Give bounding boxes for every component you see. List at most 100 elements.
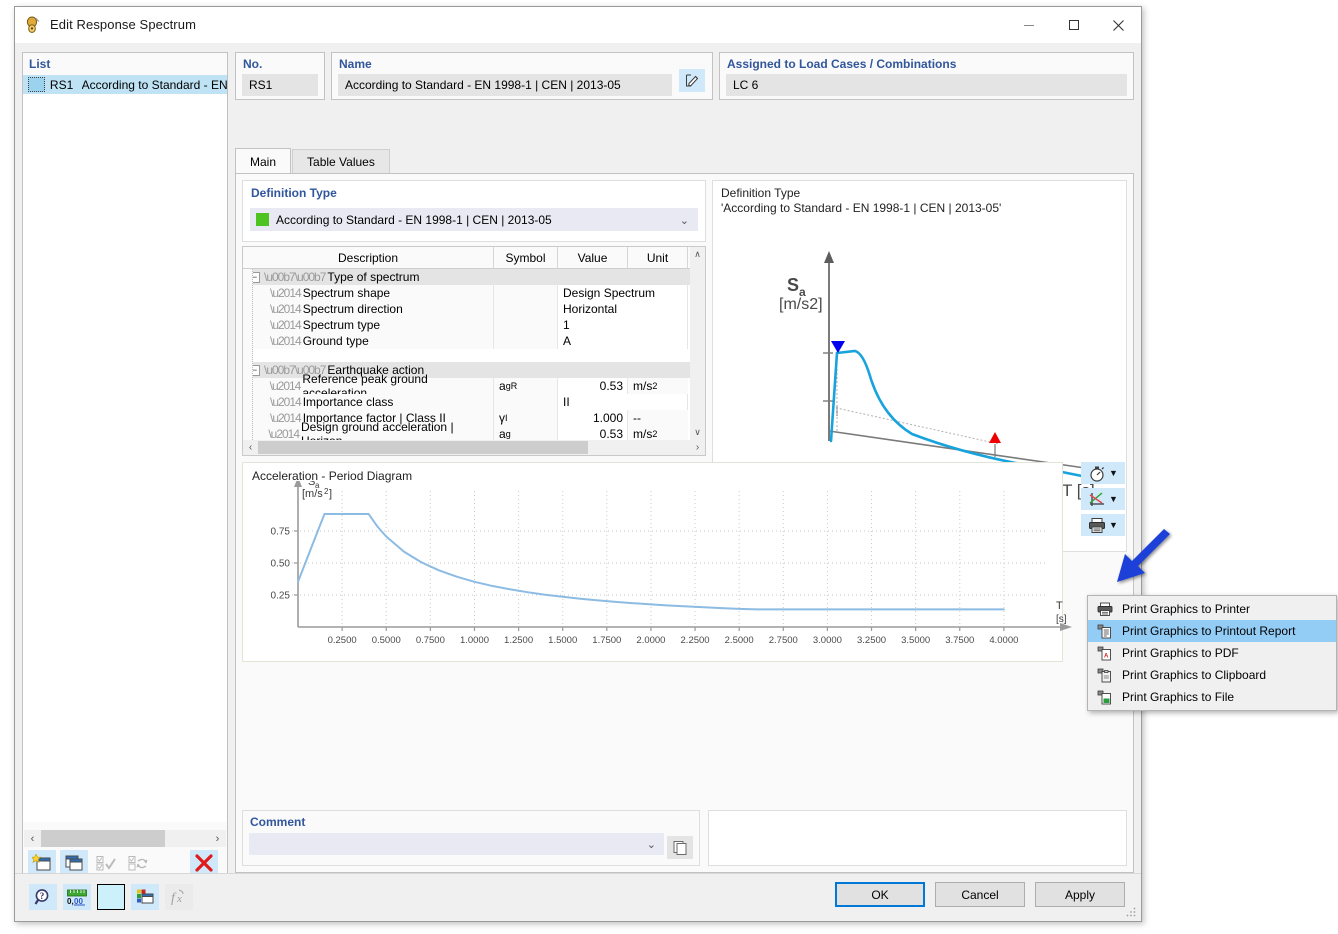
- no-input[interactable]: RS1: [242, 74, 318, 96]
- row-value[interactable]: Design Spectrum: [558, 285, 688, 301]
- table-row[interactable]: \u2014 Spectrum type 1: [243, 317, 705, 333]
- main-area: No. RS1 Name According to Standard - EN …: [235, 52, 1134, 873]
- chevron-down-icon[interactable]: ⌄: [647, 838, 656, 851]
- grid-header-description[interactable]: Description: [243, 247, 494, 269]
- menu-item-label: Print Graphics to File: [1122, 690, 1235, 704]
- printer-icon: [1092, 602, 1118, 617]
- svg-text:3.5000: 3.5000: [901, 635, 930, 646]
- svg-text:[m/s2]: [m/s2]: [779, 296, 823, 313]
- help-button[interactable]: ?: [29, 884, 57, 910]
- timer-settings-button[interactable]: ▼: [1081, 462, 1125, 484]
- print-graphics-context-menu: Print Graphics to Printer Print Graphics…: [1087, 595, 1337, 711]
- scroll-thumb[interactable]: [258, 441, 588, 454]
- row-description: \u2014 Importance class: [243, 394, 494, 410]
- list-item[interactable]: RS1 According to Standard - EN 1: [23, 75, 227, 94]
- scroll-track[interactable]: [41, 830, 209, 847]
- color-button[interactable]: [97, 884, 125, 910]
- row-symbol: [494, 301, 558, 317]
- maximize-button[interactable]: [1051, 7, 1096, 43]
- menu-item-print-to-pdf[interactable]: A Print Graphics to PDF: [1088, 642, 1336, 664]
- render-button[interactable]: [131, 884, 159, 910]
- scroll-thumb[interactable]: [41, 830, 165, 847]
- row-description: \u2014 Spectrum direction: [243, 301, 494, 317]
- name-field-label: Name: [339, 57, 372, 71]
- menu-item-label: Print Graphics to Printer: [1122, 602, 1251, 616]
- resize-grip[interactable]: [1125, 906, 1137, 918]
- menu-item-print-to-printout-report[interactable]: Print Graphics to Printout Report: [1088, 620, 1336, 642]
- definition-type-select[interactable]: According to Standard - EN 1998-1 | CEN …: [250, 208, 698, 231]
- chart-canvas[interactable]: Acceleration - Period Diagram 0.2500 0.50…: [242, 462, 1072, 662]
- row-label: Spectrum shape: [302, 286, 391, 300]
- close-button[interactable]: [1096, 7, 1141, 43]
- chevron-down-icon[interactable]: ▼: [1109, 468, 1118, 478]
- axis-settings-button[interactable]: ▼: [1081, 488, 1125, 510]
- grid-horizontal-scrollbar[interactable]: ‹ ›: [243, 440, 705, 455]
- row-value[interactable]: Horizontal: [558, 301, 688, 317]
- name-edit-button[interactable]: [679, 69, 705, 92]
- list-panel-caption: List: [29, 57, 51, 71]
- grid-vertical-scrollbar[interactable]: ∧ ∨: [690, 247, 705, 440]
- list-panel: List RS1 According to Standard - EN 1 ‹: [22, 52, 228, 881]
- table-row[interactable]: \u2014 Spectrum direction Horizontal: [243, 301, 705, 317]
- grid-header-symbol[interactable]: Symbol: [494, 247, 558, 269]
- apply-button[interactable]: Apply: [1035, 882, 1125, 907]
- group-description: − \u00b7\u00b7 Factors: [243, 455, 688, 456]
- main-tab-panel: Definition Type According to Standard - …: [235, 173, 1134, 873]
- list-horizontal-scrollbar[interactable]: ‹ ›: [24, 830, 226, 847]
- svg-text:0.25: 0.25: [271, 591, 291, 602]
- svg-text:3.0000: 3.0000: [813, 635, 842, 646]
- row-value[interactable]: 1: [558, 317, 688, 333]
- menu-item-print-to-clipboard[interactable]: Print Graphics to Clipboard: [1088, 664, 1336, 686]
- scroll-left-arrow-icon[interactable]: ‹: [243, 440, 258, 455]
- definition-type-value: According to Standard - EN 1998-1 | CEN …: [276, 212, 552, 227]
- row-value[interactable]: 0.53: [558, 378, 628, 394]
- row-label: Spectrum direction: [302, 302, 403, 316]
- scroll-right-arrow-icon[interactable]: ›: [690, 440, 705, 455]
- tab-table-values[interactable]: Table Values: [292, 149, 390, 174]
- dialog-bottom-bar: ? 0, 00 f x OK Cancel Apply: [15, 873, 1141, 921]
- menu-item-label: Print Graphics to PDF: [1122, 646, 1239, 660]
- row-symbol: [494, 285, 558, 301]
- scroll-up-arrow-icon[interactable]: ∧: [690, 247, 705, 262]
- svg-text:S: S: [787, 275, 799, 295]
- row-value[interactable]: II: [558, 394, 688, 410]
- scroll-down-arrow-icon[interactable]: ∨: [690, 425, 705, 440]
- new-window-star-icon: [32, 854, 51, 871]
- comment-input[interactable]: ⌄: [249, 833, 664, 855]
- row-value[interactable]: 1.000: [558, 410, 628, 426]
- cancel-button[interactable]: Cancel: [935, 882, 1025, 907]
- svg-text:x: x: [176, 893, 182, 905]
- table-row[interactable]: \u2014 Importance class II: [243, 394, 705, 410]
- function-button: f x: [165, 884, 193, 910]
- chevron-down-icon[interactable]: ▼: [1109, 494, 1118, 504]
- assigned-value[interactable]: LC 6: [726, 74, 1127, 96]
- svg-text:2.0000: 2.0000: [636, 635, 665, 646]
- scroll-right-arrow-icon[interactable]: ›: [209, 830, 226, 847]
- comment-copy-button[interactable]: [667, 836, 693, 859]
- preview-subtitle: 'According to Standard - EN 1998-1 | CEN…: [721, 201, 1002, 215]
- minimize-button[interactable]: [1006, 7, 1051, 43]
- name-input[interactable]: According to Standard - EN 1998-1 | CEN …: [338, 74, 672, 96]
- row-description: \u2014 Spectrum shape: [243, 285, 494, 301]
- row-value[interactable]: A: [558, 333, 688, 349]
- menu-item-print-to-file[interactable]: Print Graphics to File: [1088, 686, 1336, 708]
- svg-text:1.5000: 1.5000: [548, 635, 577, 646]
- chevron-down-icon[interactable]: ⌄: [680, 214, 689, 227]
- table-row[interactable]: \u2014 Spectrum shape Design Spectrum: [243, 285, 705, 301]
- table-row-group[interactable]: − \u00b7\u00b7 Factors: [243, 455, 705, 456]
- window-titlebar[interactable]: Edit Response Spectrum: [15, 7, 1141, 43]
- pdf-page-icon: A: [1092, 646, 1118, 661]
- ok-button[interactable]: OK: [835, 882, 925, 907]
- ruler-numbers-icon: 0, 00: [67, 889, 87, 906]
- grid-header-unit[interactable]: Unit: [628, 247, 688, 269]
- tab-main[interactable]: Main: [235, 148, 292, 174]
- annotation-arrow-icon: [1112, 528, 1178, 594]
- table-row[interactable]: \u2014 Reference peak ground acceleration…: [243, 372, 705, 400]
- grid-header-value[interactable]: Value: [558, 247, 628, 269]
- table-row[interactable]: \u2014 Ground type A: [243, 333, 705, 349]
- units-button[interactable]: 0, 00: [63, 884, 91, 910]
- scroll-left-arrow-icon[interactable]: ‹: [24, 830, 41, 847]
- menu-item-print-to-printer[interactable]: Print Graphics to Printer: [1088, 598, 1336, 620]
- table-row-group[interactable]: − \u00b7\u00b7 Type of spectrum: [243, 269, 705, 285]
- row-description: \u2014 Spectrum type: [243, 317, 494, 333]
